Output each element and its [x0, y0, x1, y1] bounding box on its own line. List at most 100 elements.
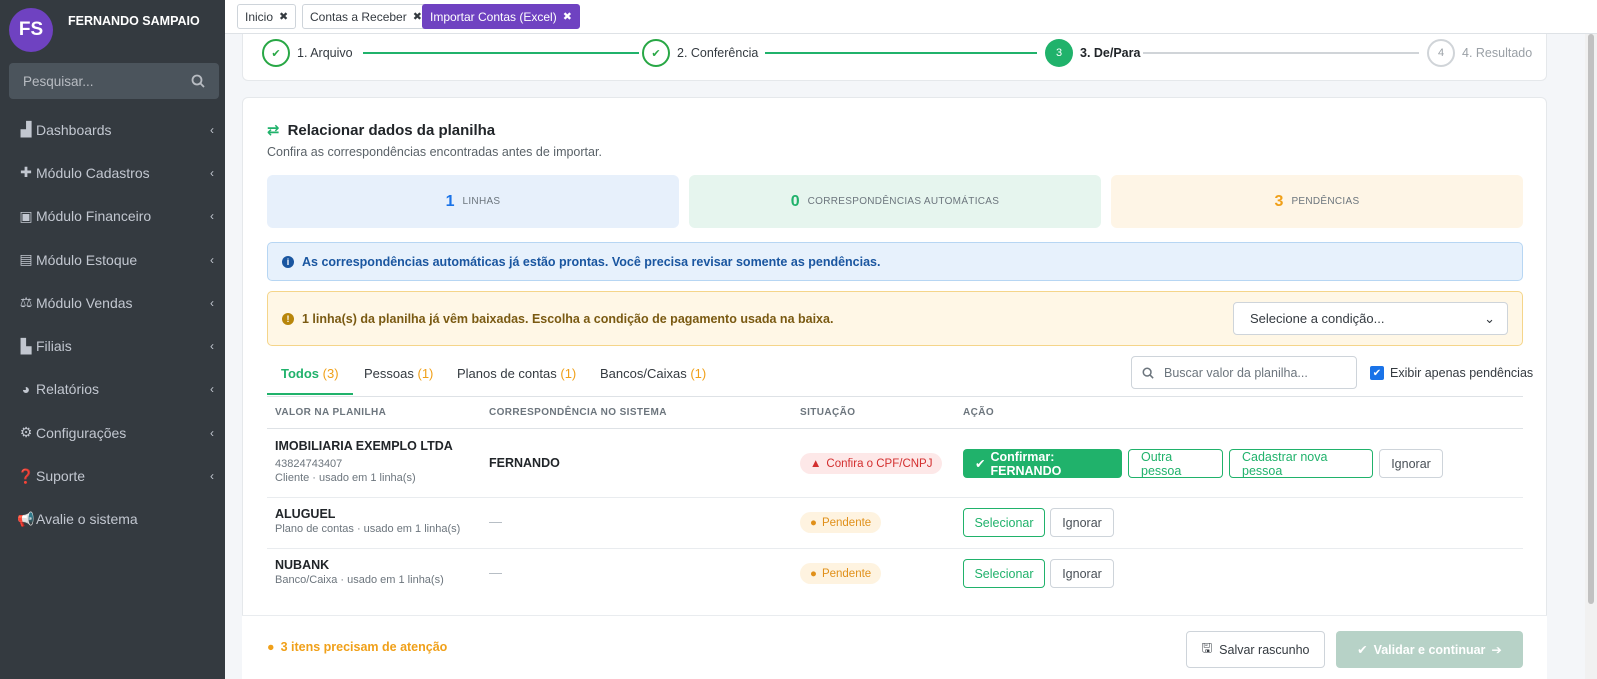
step-number: 4 — [1427, 39, 1455, 67]
close-icon[interactable]: ✖ — [563, 10, 572, 23]
column-header: SITUAÇÃO — [800, 407, 856, 418]
step-arquivo: ✔ 1. Arquivo — [262, 39, 353, 67]
info-alert: i As correspondências automáticas já est… — [267, 242, 1523, 281]
chevron-left-icon: ‹ — [210, 209, 214, 224]
row-name: IMOBILIARIA EXEMPLO LTDA — [275, 439, 453, 453]
system-match: FERNANDO — [489, 456, 560, 470]
tab-label: Planos de contas — [457, 366, 557, 381]
close-icon[interactable]: ✖ — [413, 10, 422, 23]
spreadsheet-value: NUBANK Banco/Caixa · usado em 1 linha(s) — [275, 558, 444, 586]
table-row: IMOBILIARIA EXEMPLO LTDA 43824743407 Cli… — [267, 429, 1523, 498]
sidebar-item-avalie[interactable]: 📢 Avalie o sistema — [0, 498, 225, 541]
check-icon: ✔ — [642, 39, 670, 67]
tab-count: (1) — [560, 366, 577, 381]
floppy-disk-icon: 🖫 — [1201, 641, 1213, 655]
scrollbar-thumb[interactable] — [1588, 34, 1594, 604]
arrow-right-icon: ➔ — [1491, 643, 1502, 657]
avatar[interactable]: FS — [9, 8, 53, 52]
step-conferencia: ✔ 2. Conferência — [642, 39, 758, 67]
search-input[interactable]: Pesquisar... — [23, 74, 94, 89]
ignore-button[interactable]: Ignorar — [1050, 508, 1114, 537]
confirm-button[interactable]: ✔ Confirmar: FERNANDO — [963, 449, 1122, 478]
other-person-button[interactable]: Outra pessoa — [1128, 449, 1223, 478]
cogs-icon: ⚙ — [19, 424, 33, 441]
stat-label: CORRESPONDÊNCIAS AUTOMÁTICAS — [807, 196, 1000, 207]
only-pending-checkbox[interactable]: ✔ Exibir apenas pendências — [1370, 366, 1533, 380]
ignore-button[interactable]: Ignorar — [1050, 559, 1114, 588]
footer-bar: ● 3 itens precisam de atenção 🖫 Salvar ra… — [242, 615, 1547, 679]
chevron-left-icon: ‹ — [210, 469, 214, 484]
tab-contas-a-receber[interactable]: Contas a Receber ✖ — [302, 4, 430, 29]
column-header: VALOR NA PLANILHA — [275, 407, 387, 418]
tab-label: Contas a Receber — [310, 9, 407, 24]
sidebar-item-dashboards[interactable]: ▟ Dashboards ‹ — [0, 108, 225, 151]
check-icon: ✔ — [262, 39, 290, 67]
sidebar-item-configuracoes[interactable]: ⚙ Configurações ‹ — [0, 411, 225, 454]
row-meta: Plano de contas · usado em 1 linha(s) — [275, 523, 461, 535]
step-connector — [765, 52, 1037, 54]
attention-notice: ● 3 itens precisam de atenção — [267, 640, 447, 654]
sidebar-item-vendas[interactable]: ⚖ Módulo Vendas ‹ — [0, 281, 225, 324]
sidebar-item-label: Configurações — [36, 424, 127, 441]
step-connector — [363, 52, 639, 54]
warning-text: 1 linha(s) da planilha já vêm baixadas. … — [302, 311, 834, 326]
sidebar-item-estoque[interactable]: ▤ Módulo Estoque ‹ — [0, 238, 225, 281]
section-header: ⇄ Relacionar dados da planilha — [267, 121, 496, 140]
step-resultado: 4 4. Resultado — [1427, 39, 1532, 67]
select-button[interactable]: Selecionar — [963, 559, 1045, 588]
tab-pessoas[interactable]: Pessoas (1) — [364, 366, 433, 381]
tab-todos[interactable]: Todos (3) — [267, 366, 353, 395]
tab-inicio[interactable]: Inicio ✖ — [237, 4, 297, 29]
tab-bancos-caixas[interactable]: Bancos/Caixas (1) — [600, 366, 706, 381]
sidebar-item-financeiro[interactable]: ▣ Módulo Financeiro ‹ — [0, 195, 225, 238]
select-button[interactable]: Selecionar — [963, 508, 1045, 537]
status-badge: ● Pendente — [800, 512, 882, 533]
status-badge: ● Pendente — [800, 563, 882, 584]
search-icon[interactable] — [191, 74, 205, 88]
chart-area-icon: ▟ — [20, 121, 32, 138]
sidebar-item-filiais[interactable]: ▙ Filiais ‹ — [0, 324, 225, 367]
ignore-button[interactable]: Ignorar — [1379, 449, 1443, 478]
bullhorn-icon: 📢 — [17, 510, 35, 527]
scrollbar[interactable] — [1585, 34, 1597, 679]
warning-alert: ! 1 linha(s) da planilha já vêm baixadas… — [267, 291, 1523, 346]
sidebar-search[interactable]: Pesquisar... — [9, 63, 219, 99]
page-title: Relacionar dados da planilha — [287, 121, 496, 139]
table-search-input[interactable]: Buscar valor da planilha... — [1131, 356, 1357, 389]
spreadsheet-value: ALUGUEL Plano de contas · usado em 1 lin… — [275, 507, 460, 535]
chevron-down-icon: ⌄ — [1484, 310, 1495, 326]
tab-label: Inicio — [245, 9, 274, 24]
step-label: 3. De/Para — [1080, 46, 1141, 60]
button-label: Confirmar: FERNANDO — [990, 449, 1062, 478]
step-label: 2. Conferência — [677, 46, 759, 60]
sidebar-item-label: Avalie o sistema — [36, 511, 138, 528]
stat-value: 3 — [1274, 192, 1284, 210]
tab-label: Pessoas — [364, 366, 414, 381]
close-icon[interactable]: ✖ — [279, 10, 288, 23]
stat-correspondencias: 0 CORRESPONDÊNCIAS AUTOMÁTICAS — [689, 175, 1101, 228]
button-label: Validar e continuar — [1373, 642, 1486, 657]
exclamation-icon: ! — [282, 312, 294, 325]
checkbox-checked-icon[interactable]: ✔ — [1370, 366, 1384, 380]
sidebar-item-suporte[interactable]: ❓ Suporte ‹ — [0, 454, 225, 497]
tab-planos-de-contas[interactable]: Planos de contas (1) — [457, 366, 576, 381]
sidebar-item-cadastros[interactable]: ✚ Módulo Cadastros ‹ — [0, 151, 225, 194]
bar-chart-icon: ▙ — [20, 337, 32, 354]
sidebar-item-relatorios[interactable]: ◕ Relatórios ‹ — [0, 368, 225, 411]
step-depara: 3 3. De/Para — [1045, 39, 1140, 67]
chevron-left-icon: ‹ — [210, 165, 214, 180]
payment-condition-select[interactable]: Selecione a condição... ⌄ — [1233, 302, 1508, 335]
column-header: AÇÃO — [963, 407, 995, 418]
user-name[interactable]: FERNANDO SAMPAIO — [68, 14, 200, 28]
sidebar-item-label: Relatórios — [36, 381, 100, 398]
system-match: — — [489, 514, 502, 529]
validate-continue-button[interactable]: ✔ Validar e continuar ➔ — [1336, 631, 1523, 668]
tab-importar-contas[interactable]: Importar Contas (Excel) ✖ — [422, 4, 580, 29]
new-person-button[interactable]: Cadastrar nova pessoa — [1229, 449, 1373, 478]
save-draft-button[interactable]: 🖫 Salvar rascunho — [1186, 631, 1325, 668]
chevron-left-icon: ‹ — [210, 122, 214, 137]
exclamation-icon: ● — [810, 567, 817, 580]
table-row: ALUGUEL Plano de contas · usado em 1 lin… — [267, 498, 1523, 549]
chevron-left-icon: ‹ — [210, 295, 214, 310]
sidebar-item-label: Suporte — [36, 468, 86, 485]
